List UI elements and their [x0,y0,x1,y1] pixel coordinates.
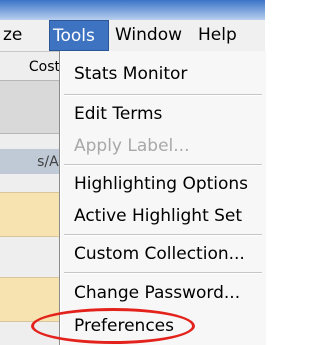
tools-dropdown-menu: Stats Monitor Edit Terms Apply Label... … [59,51,266,345]
menu-separator [64,234,262,236]
menu-item-active-highlight-set[interactable]: Active Highlight Set [60,201,266,231]
list-row[interactable] [0,192,66,237]
menu-bar: ze Tools Window Help [0,20,265,52]
path-label: s/As [37,154,66,170]
menu-item-edit-terms[interactable]: Edit Terms [60,99,266,129]
window-title-bar [0,0,265,20]
menu-item-change-password[interactable]: Change Password... [60,278,266,308]
menu-separator [64,94,262,96]
menu-help[interactable]: Help [195,20,253,51]
list-row[interactable] [0,277,66,322]
menu-item-highlighting-options[interactable]: Highlighting Options [60,169,266,199]
menu-analyze[interactable]: ze [0,20,48,51]
menu-separator [64,164,262,166]
menu-window[interactable]: Window [112,20,194,51]
menu-item-stats-monitor[interactable]: Stats Monitor [60,59,266,89]
menu-tools[interactable]: Tools [49,20,109,51]
menu-item-preferences[interactable]: Preferences [60,311,266,341]
menu-item-apply-label: Apply Label... [74,136,190,156]
toolbar-band [0,80,66,134]
menu-item-custom-collection[interactable]: Custom Collection... [60,239,266,269]
toolbar-cost-label: Cost [28,59,60,75]
menu-separator [64,272,262,274]
